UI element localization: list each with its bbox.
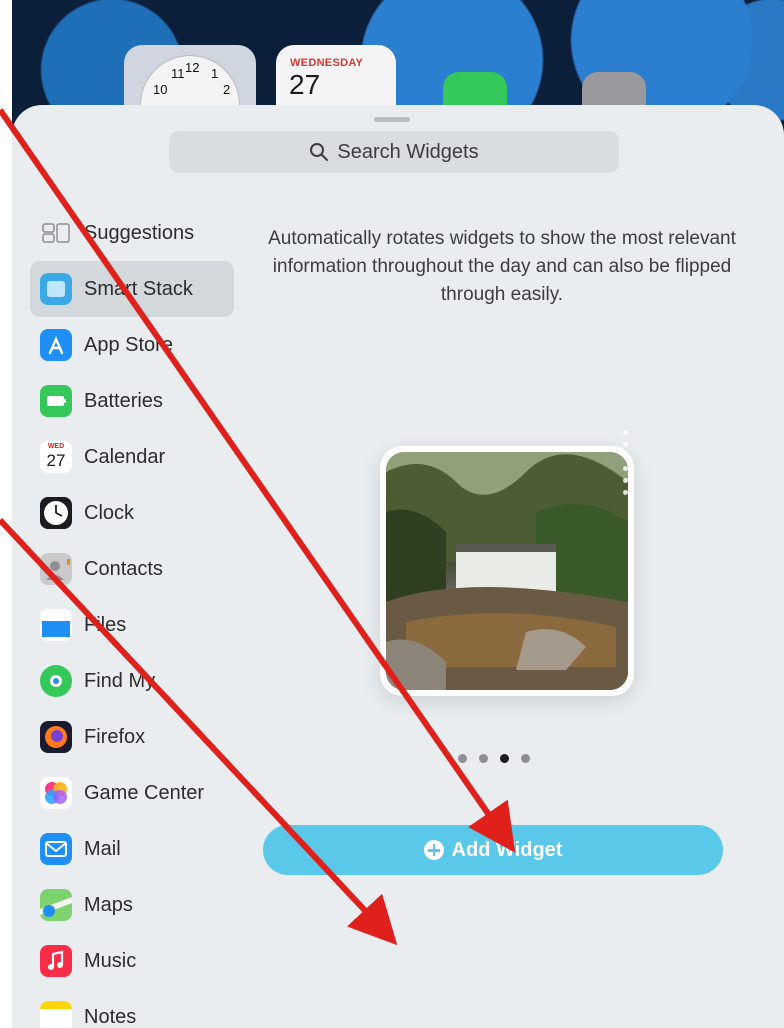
clock-number: 2 bbox=[223, 82, 231, 97]
page-indicator[interactable] bbox=[458, 754, 530, 763]
sidebar-item-label: Calendar bbox=[84, 445, 166, 468]
sidebar-item-contacts[interactable]: Contacts bbox=[30, 541, 234, 597]
firefox-icon bbox=[40, 721, 72, 753]
app-store-icon bbox=[40, 329, 72, 361]
page-dot-current[interactable] bbox=[500, 754, 509, 763]
sidebar-item-label: Music bbox=[84, 949, 137, 972]
suggestions-icon bbox=[40, 217, 72, 249]
calendar-widget-date: 27 bbox=[289, 69, 321, 100]
calendar-widget-day: WEDNESDAY bbox=[290, 57, 364, 69]
calendar-icon-date: 27 bbox=[46, 451, 66, 470]
sidebar-item-label: Smart Stack bbox=[84, 277, 193, 300]
search-widgets-field[interactable]: Search Widgets bbox=[169, 131, 619, 173]
clock-number: 1 bbox=[211, 66, 219, 81]
sidebar-item-label: Contacts bbox=[84, 557, 163, 580]
maps-icon bbox=[40, 889, 72, 921]
search-placeholder: Search Widgets bbox=[337, 140, 479, 163]
widget-app-list: Suggestions Smart Stack App Store Batter… bbox=[30, 205, 234, 1028]
clock-number: 10 bbox=[153, 82, 168, 97]
stack-position-indicator bbox=[623, 430, 629, 502]
smart-stack-icon bbox=[40, 273, 72, 305]
sheet-grabber[interactable] bbox=[374, 117, 410, 122]
smart-stack-widget-preview[interactable] bbox=[380, 446, 634, 696]
sidebar-item-label: Suggestions bbox=[84, 221, 195, 244]
sidebar-item-label: Clock bbox=[84, 501, 135, 524]
sidebar-item-maps[interactable]: Maps bbox=[30, 877, 234, 933]
sidebar-item-clock[interactable]: Clock bbox=[30, 485, 234, 541]
sidebar-item-calendar[interactable]: WED 27 Calendar bbox=[30, 429, 234, 485]
plus-circle-icon bbox=[423, 840, 444, 860]
sidebar-item-label: Game Center bbox=[84, 781, 205, 804]
sidebar-item-label: Firefox bbox=[84, 725, 146, 748]
smart-stack-description: Automatically rotates widgets to show th… bbox=[268, 228, 736, 305]
page-dot[interactable] bbox=[458, 754, 467, 763]
search-icon bbox=[310, 143, 329, 161]
add-widget-label: Add Widget bbox=[451, 838, 563, 861]
mail-icon bbox=[40, 833, 72, 865]
sidebar-item-mail[interactable]: Mail bbox=[30, 821, 234, 877]
sidebar-item-label: Notes bbox=[84, 1005, 137, 1028]
sidebar-item-label: Files bbox=[84, 613, 127, 636]
batteries-icon bbox=[40, 385, 72, 417]
sidebar-item-files[interactable]: Files bbox=[30, 597, 234, 653]
clock-icon bbox=[40, 497, 72, 529]
music-icon bbox=[40, 945, 72, 977]
calendar-icon: WED 27 bbox=[40, 441, 72, 473]
notes-icon bbox=[40, 1001, 72, 1028]
sidebar-item-firefox[interactable]: Firefox bbox=[30, 709, 234, 765]
widget-gallery-sheet: Search Widgets Suggestions Smart Stack A… bbox=[12, 105, 784, 1028]
game-center-icon bbox=[40, 777, 72, 809]
calendar-icon-day: WED bbox=[47, 443, 65, 450]
waterfall-photo bbox=[386, 452, 628, 690]
sidebar-item-label: Mail bbox=[84, 837, 121, 860]
contacts-icon bbox=[40, 553, 72, 585]
sidebar-item-find-my[interactable]: Find My bbox=[30, 653, 234, 709]
clock-number: 11 bbox=[171, 66, 185, 81]
sidebar-item-smart-stack[interactable]: Smart Stack bbox=[30, 261, 234, 317]
sidebar-item-label: Find My bbox=[84, 669, 156, 692]
sidebar-item-label: App Store bbox=[84, 333, 173, 356]
sidebar-item-music[interactable]: Music bbox=[30, 933, 234, 989]
sidebar-item-notes[interactable]: Notes bbox=[30, 989, 234, 1028]
sidebar-item-label: Batteries bbox=[84, 389, 163, 412]
clock-number: 12 bbox=[185, 60, 200, 75]
sidebar-item-suggestions[interactable]: Suggestions bbox=[30, 205, 234, 261]
find-my-icon bbox=[40, 665, 72, 697]
sidebar-item-label: Maps bbox=[84, 893, 133, 916]
sidebar-item-game-center[interactable]: Game Center bbox=[30, 765, 234, 821]
page-dot[interactable] bbox=[521, 754, 530, 763]
files-icon bbox=[40, 609, 72, 641]
page-dot[interactable] bbox=[479, 754, 488, 763]
sidebar-item-batteries[interactable]: Batteries bbox=[30, 373, 234, 429]
sidebar-item-app-store[interactable]: App Store bbox=[30, 317, 234, 373]
add-widget-button[interactable]: Add Widget bbox=[263, 825, 723, 875]
